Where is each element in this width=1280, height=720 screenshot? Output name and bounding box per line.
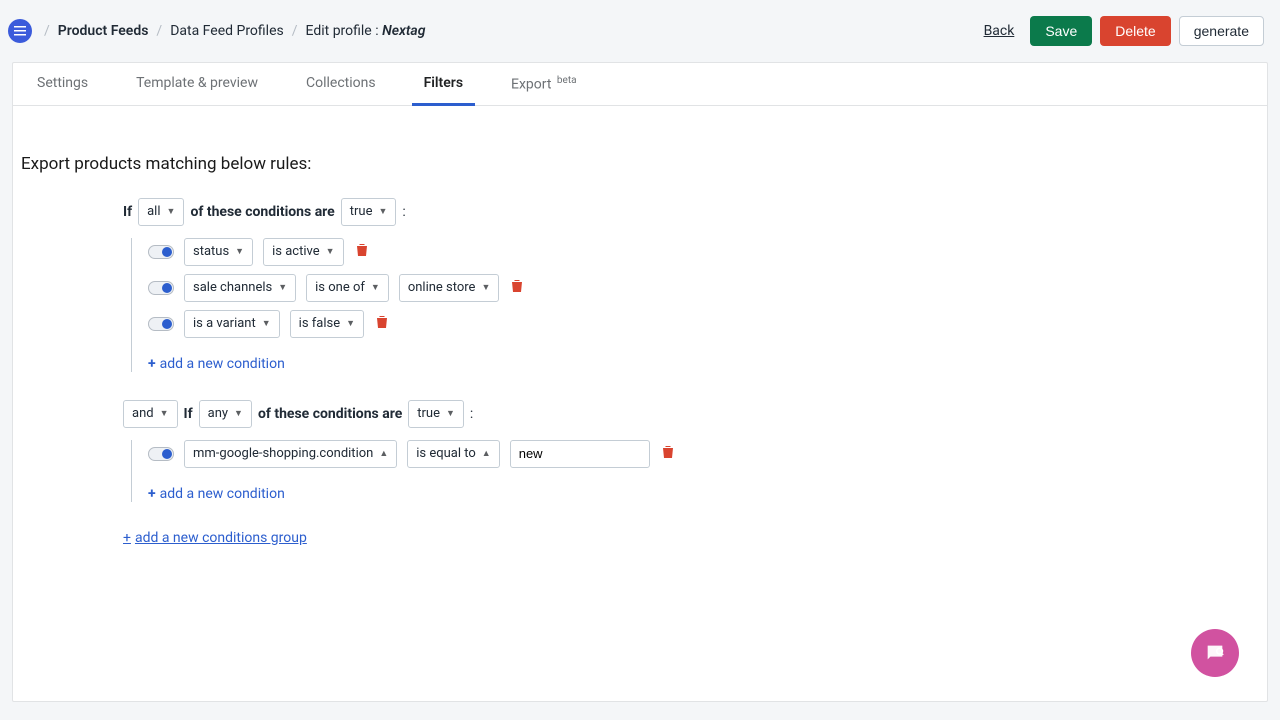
chevron-down-icon: ▼ xyxy=(234,408,243,419)
group2-quantifier-select[interactable]: any ▼ xyxy=(199,400,252,428)
condition-row: mm-google-shopping.condition ▲ is equal … xyxy=(148,440,1259,468)
field-select[interactable]: mm-google-shopping.condition ▲ xyxy=(184,440,397,468)
group2-value-select[interactable]: true ▼ xyxy=(408,400,464,428)
condition-row: sale channels ▼ is one of ▼ online store… xyxy=(148,274,1259,302)
of-conditions-label: of these conditions are xyxy=(190,204,334,220)
rules-area: If all ▼ of these conditions are true ▼ … xyxy=(13,198,1267,570)
group2-header: and ▼ If any ▼ of these conditions are t… xyxy=(123,400,1259,428)
chevron-down-icon: ▼ xyxy=(160,408,169,419)
plus-icon: + xyxy=(148,486,156,502)
trash-icon[interactable] xyxy=(376,315,388,333)
chevron-down-icon: ▼ xyxy=(481,282,490,293)
section-title: Export products matching below rules: xyxy=(13,106,1267,198)
tab-settings[interactable]: Settings xyxy=(33,63,92,105)
colon: : xyxy=(402,204,405,220)
back-link[interactable]: Back xyxy=(984,23,1015,39)
plus-icon: + xyxy=(148,356,156,372)
trash-icon[interactable] xyxy=(356,243,368,261)
main-card: Settings Template & preview Collections … xyxy=(12,62,1268,702)
beta-badge: beta xyxy=(557,75,577,86)
field-select[interactable]: sale channels ▼ xyxy=(184,274,296,302)
group1-value-select[interactable]: true ▼ xyxy=(341,198,397,226)
condition-toggle[interactable] xyxy=(148,245,174,259)
add-conditions-group-link[interactable]: + add a new conditions group xyxy=(123,530,307,546)
group1-header: If all ▼ of these conditions are true ▼ … xyxy=(123,198,1259,226)
chevron-down-icon: ▼ xyxy=(346,318,355,329)
condition-row: status ▼ is active ▼ xyxy=(148,238,1259,266)
condition-toggle[interactable] xyxy=(148,447,174,461)
chevron-down-icon: ▼ xyxy=(371,282,380,293)
condition-toggle[interactable] xyxy=(148,317,174,331)
plus-icon: + xyxy=(123,530,131,546)
operator-select[interactable]: is false ▼ xyxy=(290,310,364,338)
generate-button[interactable]: generate xyxy=(1179,16,1264,46)
breadcrumb-level1[interactable]: Product Feeds xyxy=(58,23,149,39)
menu-button[interactable] xyxy=(8,19,32,43)
group1-conditions: status ▼ is active ▼ sale channels ▼ xyxy=(131,238,1259,372)
breadcrumb-current: Edit profile : Nextag xyxy=(306,23,426,39)
chevron-down-icon: ▼ xyxy=(278,282,287,293)
if-label: If xyxy=(184,406,193,422)
condition-row: is a variant ▼ is false ▼ xyxy=(148,310,1259,338)
value-select[interactable]: online store ▼ xyxy=(399,274,500,302)
operator-select[interactable]: is active ▼ xyxy=(263,238,343,266)
add-condition-link[interactable]: + add a new condition xyxy=(148,486,285,502)
tab-template-preview[interactable]: Template & preview xyxy=(132,63,262,105)
topbar: / Product Feeds / Data Feed Profiles / E… xyxy=(0,0,1280,62)
chevron-down-icon: ▼ xyxy=(262,318,271,329)
tab-filters[interactable]: Filters xyxy=(420,63,467,105)
of-conditions-label: of these conditions are xyxy=(258,406,402,422)
if-label: If xyxy=(123,204,132,220)
chat-icon xyxy=(1204,642,1226,664)
condition-toggle[interactable] xyxy=(148,281,174,295)
breadcrumb-separator: / xyxy=(44,23,50,39)
trash-icon[interactable] xyxy=(511,279,523,297)
chevron-down-icon: ▼ xyxy=(235,246,244,257)
save-button[interactable]: Save xyxy=(1030,16,1092,46)
group2-conditions: mm-google-shopping.condition ▲ is equal … xyxy=(131,440,1259,502)
tab-collections[interactable]: Collections xyxy=(302,63,380,105)
breadcrumb-level2[interactable]: Data Feed Profiles xyxy=(170,23,284,39)
chevron-down-icon: ▼ xyxy=(167,206,176,217)
breadcrumb-separator: / xyxy=(292,23,298,39)
chevron-up-icon: ▲ xyxy=(482,448,491,459)
colon: : xyxy=(470,406,473,422)
group1-quantifier-select[interactable]: all ▼ xyxy=(138,198,184,226)
field-select[interactable]: is a variant ▼ xyxy=(184,310,280,338)
breadcrumb-separator: / xyxy=(156,23,162,39)
tab-export[interactable]: Export beta xyxy=(507,63,581,105)
operator-select[interactable]: is equal to ▲ xyxy=(407,440,499,468)
chevron-down-icon: ▼ xyxy=(378,206,387,217)
chevron-down-icon: ▼ xyxy=(446,408,455,419)
field-select[interactable]: status ▼ xyxy=(184,238,253,266)
hamburger-icon xyxy=(14,25,26,37)
delete-button[interactable]: Delete xyxy=(1100,16,1170,46)
tabs: Settings Template & preview Collections … xyxy=(13,63,1267,106)
chevron-up-icon: ▲ xyxy=(379,448,388,459)
chevron-down-icon: ▼ xyxy=(326,246,335,257)
add-condition-link[interactable]: + add a new condition xyxy=(148,356,285,372)
trash-icon[interactable] xyxy=(662,445,674,463)
operator-select[interactable]: is one of ▼ xyxy=(306,274,389,302)
top-actions: Back Save Delete generate xyxy=(984,16,1264,46)
help-fab[interactable] xyxy=(1191,629,1239,677)
group2-join-select[interactable]: and ▼ xyxy=(123,400,178,428)
value-input[interactable] xyxy=(510,440,650,468)
